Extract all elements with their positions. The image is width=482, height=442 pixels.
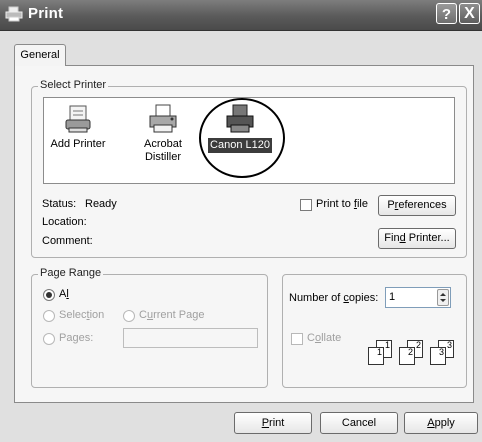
radio-all-label[interactable]: Al bbox=[59, 288, 69, 300]
comment-label: Comment: bbox=[42, 235, 93, 247]
apply-button[interactable]: Apply bbox=[404, 412, 478, 434]
printer-icon bbox=[5, 6, 23, 22]
print-to-file-checkbox[interactable] bbox=[300, 199, 312, 211]
printer-label-line1: Acrobat bbox=[144, 138, 182, 150]
radio-all[interactable] bbox=[43, 289, 55, 301]
status-value: Ready bbox=[85, 198, 117, 210]
tab-general[interactable]: General bbox=[14, 44, 66, 66]
spinner-arrows-icon bbox=[440, 293, 446, 302]
print-to-file-label[interactable]: Print to file bbox=[316, 198, 368, 210]
status-label: Status: bbox=[42, 198, 77, 210]
collate-checkbox[interactable] bbox=[291, 333, 303, 345]
find-printer-button[interactable]: Find Printer... bbox=[378, 228, 456, 249]
preferences-button[interactable]: Preferences bbox=[378, 195, 456, 216]
select-printer-legend: Select Printer bbox=[38, 79, 109, 91]
pages-input[interactable] bbox=[123, 328, 258, 348]
copies-spinner[interactable] bbox=[437, 289, 449, 306]
print-button[interactable]: Print bbox=[234, 412, 312, 434]
collate-label: Collate bbox=[307, 332, 342, 344]
printer-label: Add Printer bbox=[50, 138, 106, 150]
radio-pages[interactable] bbox=[43, 333, 55, 345]
radio-pages-label: Pages: bbox=[59, 332, 94, 344]
cancel-button[interactable]: Cancel bbox=[320, 412, 398, 434]
printer-item-add-printer[interactable]: Add Printer bbox=[43, 104, 113, 151]
close-button[interactable]: X bbox=[459, 3, 480, 24]
location-label: Location: bbox=[42, 216, 87, 228]
page-icon: 1 bbox=[368, 347, 384, 365]
add-printer-icon bbox=[65, 105, 91, 133]
page-range-legend: Page Range bbox=[38, 267, 104, 279]
radio-selection-label: Selection bbox=[59, 309, 105, 321]
highlight-circle bbox=[199, 98, 285, 178]
printer-icon bbox=[149, 104, 177, 133]
printer-label-line2: Distiller bbox=[144, 151, 182, 163]
copies-label: Number of copies: bbox=[289, 292, 379, 304]
page-icon: 3 bbox=[430, 347, 446, 365]
printer-item-acrobat-distiller[interactable]: Acrobat Distiller bbox=[128, 104, 198, 164]
print-dialog: Print ? X General Select Printer Add Pri… bbox=[0, 0, 482, 442]
help-button[interactable]: ? bbox=[436, 3, 457, 24]
page-icon: 2 bbox=[399, 347, 415, 365]
title-bar[interactable]: Print ? X bbox=[0, 0, 482, 31]
window-title: Print bbox=[28, 5, 64, 22]
radio-current-page[interactable] bbox=[123, 310, 135, 322]
radio-selection[interactable] bbox=[43, 310, 55, 322]
radio-current-page-label: Current Page bbox=[139, 309, 205, 321]
